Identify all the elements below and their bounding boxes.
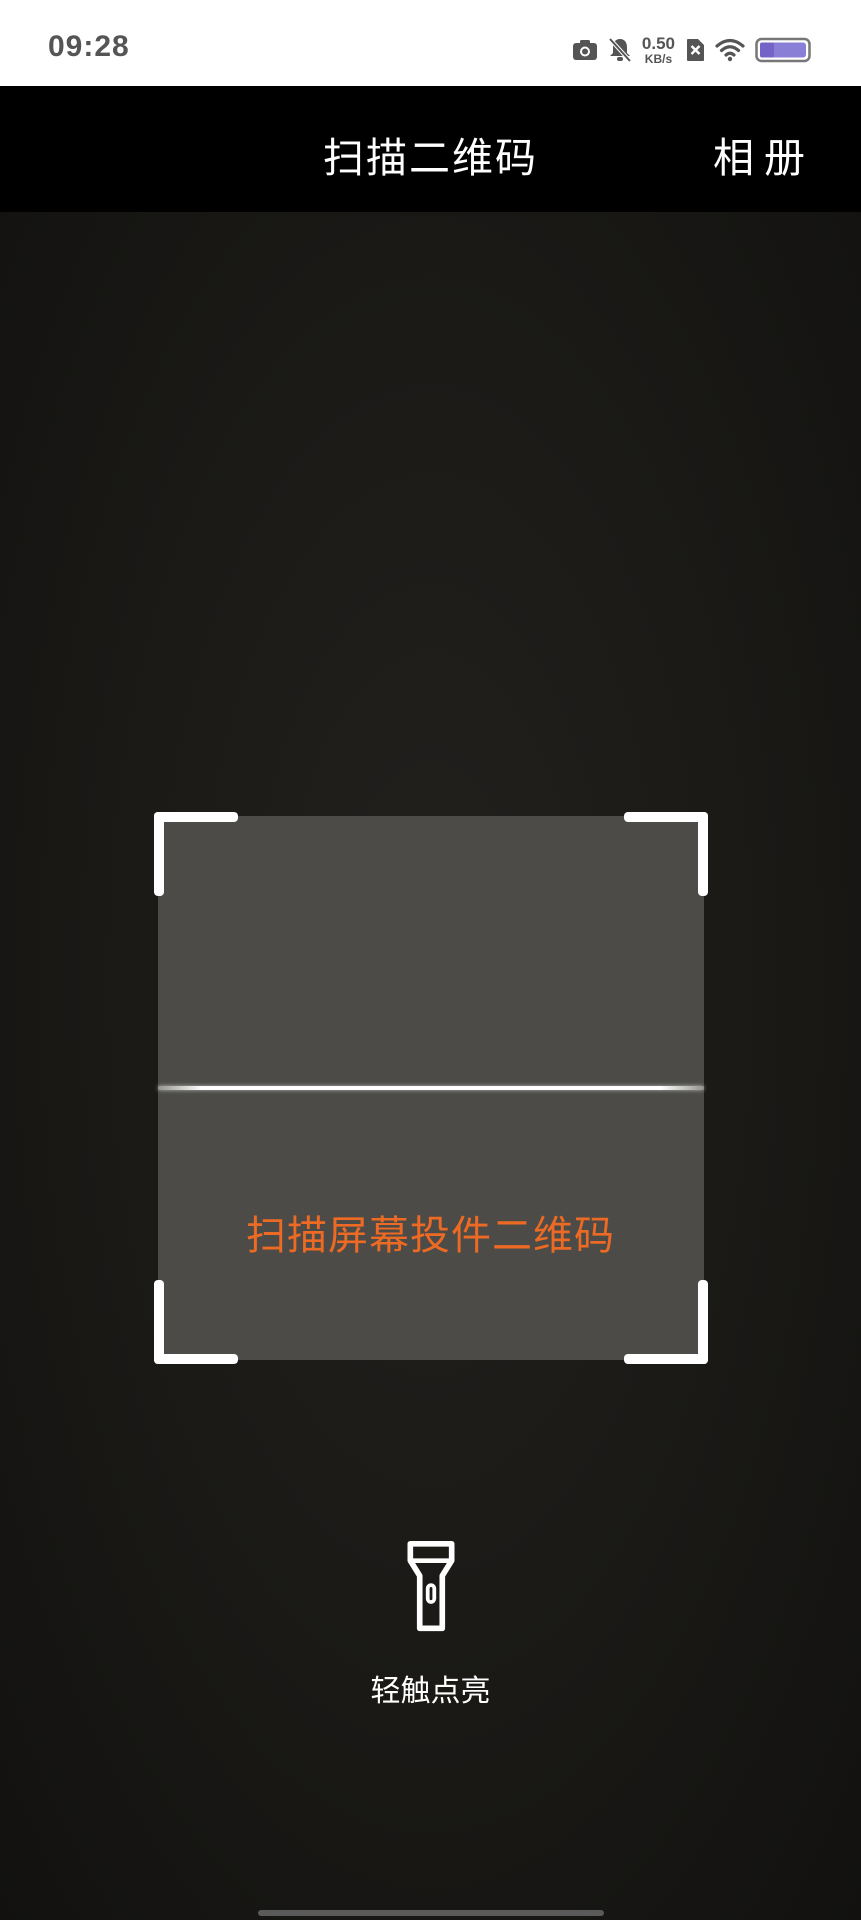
- wifi-icon: [715, 38, 745, 62]
- status-bar: 09:28 0.50 KB/s: [0, 0, 861, 86]
- net-speed: 0.50 KB/s: [642, 35, 675, 65]
- camera-icon: [572, 40, 597, 60]
- torch-label: 轻触点亮: [370, 1674, 491, 1709]
- scan-hint: 扫描屏幕投件二维码: [246, 1213, 615, 1259]
- home-indicator[interactable]: [258, 1910, 604, 1916]
- scan-frame-corner-top-left: [154, 812, 238, 896]
- camera-preview: 扫描屏幕投件二维码 轻触点亮: [0, 212, 861, 1920]
- status-time: 09:28: [48, 30, 130, 63]
- torch-button[interactable]: 轻触点亮: [371, 1540, 491, 1710]
- battery-icon: [755, 37, 811, 63]
- flashlight-icon: [407, 1540, 454, 1632]
- album-button[interactable]: 相册: [713, 124, 815, 184]
- net-speed-value: 0.50: [641, 34, 675, 53]
- bell-muted-icon: [608, 37, 632, 63]
- scan-frame-corner-bottom-left: [154, 1280, 238, 1364]
- scan-frame: [154, 812, 708, 1364]
- scan-frame-corner-bottom-right: [624, 1280, 708, 1364]
- app-bar: 扫描二维码 相册: [0, 86, 861, 212]
- net-speed-unit: KB/s: [644, 52, 673, 66]
- sim-x-icon: [687, 39, 704, 61]
- status-icons: 0.50 KB/s: [572, 32, 813, 68]
- scan-frame-corner-top-right: [624, 812, 708, 896]
- scan-line: [158, 1086, 704, 1090]
